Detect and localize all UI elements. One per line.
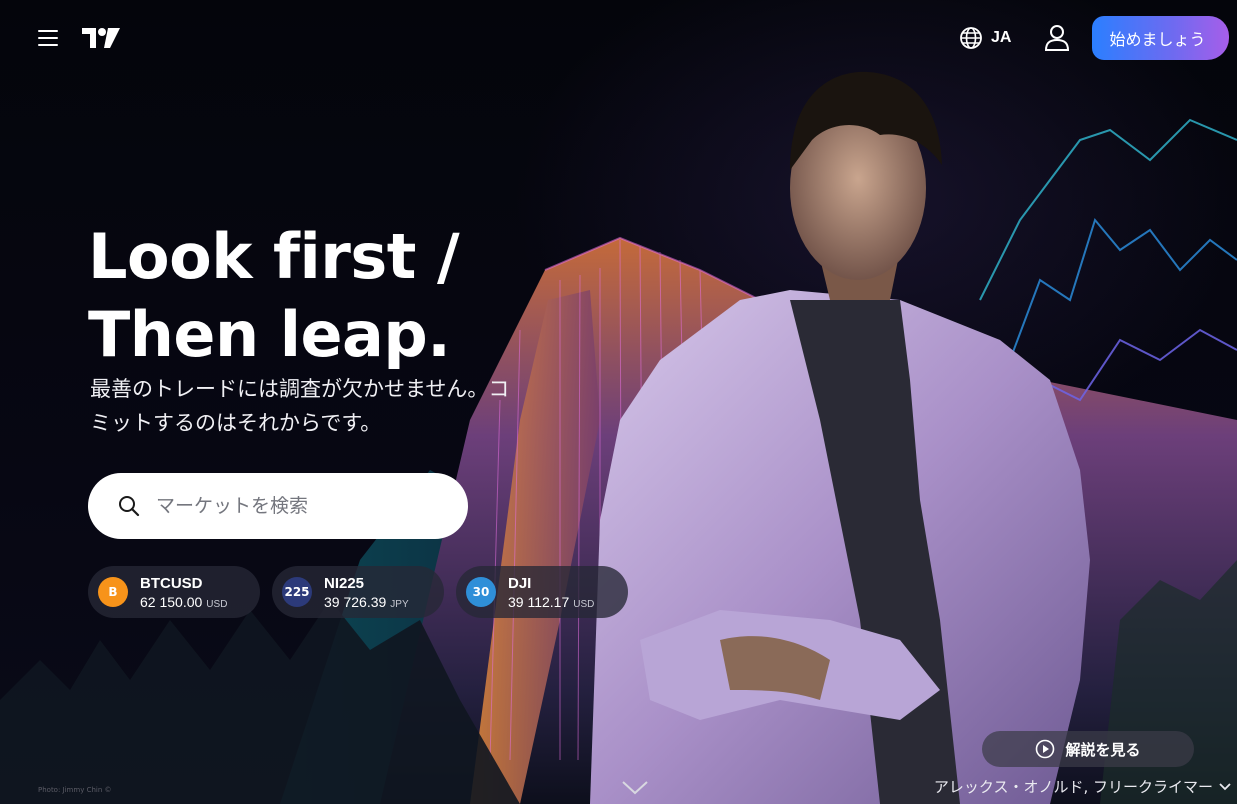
ticker-currency: USD <box>573 598 595 610</box>
chevron-down-icon[interactable] <box>621 780 649 796</box>
user-icon[interactable] <box>1043 22 1071 54</box>
watch-video-button[interactable]: 解説を見る <box>982 731 1194 767</box>
ticker-symbol: DJI <box>508 574 532 592</box>
nikkei-badge-icon: 225 <box>282 577 312 607</box>
market-search-box[interactable] <box>88 473 468 539</box>
globe-icon <box>960 27 982 49</box>
ticker-btcusd[interactable]: B BTCUSD 62 150.00 USD <box>88 566 260 618</box>
ticker-price-row: 39 112.17 USD <box>508 594 594 610</box>
top-navigation-bar: JA 始めましょう <box>0 0 1237 80</box>
ticker-symbol: NI225 <box>324 574 365 592</box>
ticker-list: B BTCUSD 62 150.00 USD 225 NI225 39 726.… <box>88 566 628 618</box>
hero-section: JA 始めましょう Look first / Then leap. 最善のトレー… <box>0 0 1237 804</box>
ticker-text: DJI 39 112.17 USD <box>508 575 594 610</box>
bitcoin-icon: B <box>98 577 128 607</box>
ticker-price-row: 62 150.00 USD <box>140 594 227 610</box>
hero-subtitle: 最善のトレードには調査が欠かせません。コミットするのはそれからです。 <box>90 377 510 435</box>
menu-icon[interactable] <box>38 30 58 46</box>
hero-headline: Look first / Then leap. <box>88 218 460 374</box>
ticker-ni225[interactable]: 225 NI225 39 726.39 JPY <box>272 566 444 618</box>
headline-line-2: Then leap. <box>88 298 451 371</box>
caption-text: アレックス・オノルド, フリークライマー <box>933 778 1213 796</box>
dow-badge-icon: 30 <box>466 577 496 607</box>
ticker-dji[interactable]: 30 DJI 39 112.17 USD <box>456 566 628 618</box>
ticker-price: 62 150.00 <box>140 593 203 610</box>
get-started-button[interactable]: 始めましょう <box>1092 16 1229 60</box>
ticker-text: NI225 39 726.39 JPY <box>324 575 409 610</box>
play-icon <box>1036 739 1055 759</box>
tradingview-logo[interactable] <box>80 24 124 52</box>
headline-line-1: Look first / <box>88 220 460 293</box>
language-label: JA <box>991 29 1012 46</box>
photo-credit: Photo: Jimmy Chin © <box>38 786 112 794</box>
chevron-down-icon <box>1219 782 1231 790</box>
language-selector[interactable]: JA <box>959 24 1011 52</box>
watch-video-label: 解説を見る <box>1065 740 1141 759</box>
ticker-symbol: BTCUSD <box>140 574 203 592</box>
ticker-text: BTCUSD 62 150.00 USD <box>140 575 227 610</box>
ticker-price: 39 112.17 <box>508 593 570 610</box>
ticker-price: 39 726.39 <box>324 593 387 610</box>
ticker-currency: JPY <box>390 598 409 610</box>
market-search-input[interactable] <box>154 494 438 518</box>
search-icon <box>119 496 140 517</box>
ticker-price-row: 39 726.39 JPY <box>324 594 409 610</box>
ticker-currency: USD <box>206 598 228 610</box>
photo-caption[interactable]: アレックス・オノルド, フリークライマー <box>934 776 1231 797</box>
